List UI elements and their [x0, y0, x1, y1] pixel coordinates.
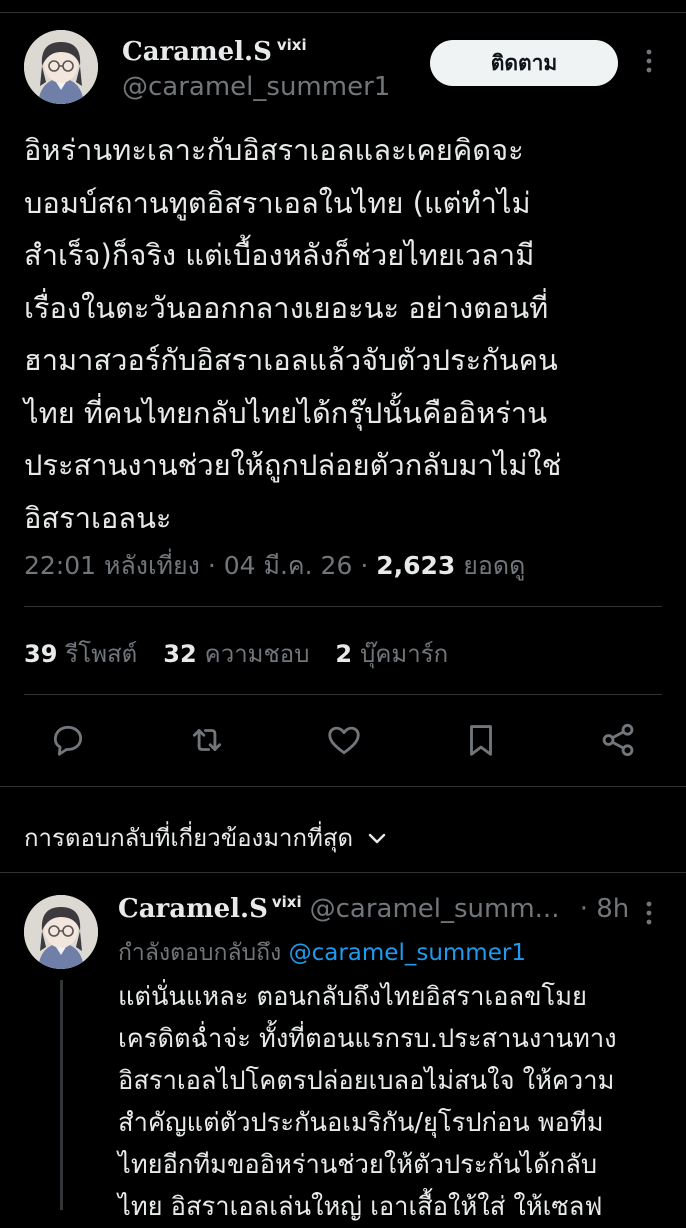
avatar-illustration: [24, 895, 98, 969]
top-divider: [0, 0, 686, 13]
repost-icon[interactable]: [183, 716, 231, 764]
reply-author-name[interactable]: Caramel.S: [118, 894, 268, 924]
likes-stat[interactable]: 32 ความชอบ: [163, 634, 309, 673]
author-display-name: Caramel.S: [122, 37, 272, 67]
views-label: ยอดดู: [463, 551, 526, 580]
replying-prefix: กำลังตอบกลับถึง: [118, 940, 282, 966]
stats-divider: [24, 694, 662, 695]
meta-divider: [24, 606, 662, 607]
author-handle[interactable]: @caramel_summer1: [122, 72, 390, 102]
replying-handle-link[interactable]: @caramel_summer1: [289, 940, 526, 966]
author-name-suffix: vixi: [276, 36, 307, 54]
replies-sort-label: การตอบกลับที่เกี่ยวข้องมากที่สุด: [24, 824, 354, 852]
likes-count: 32: [163, 640, 197, 668]
reply-icon[interactable]: [44, 716, 92, 764]
reply-header: Caramel.S vixi @caramel_summ... · 8h: [118, 893, 629, 924]
more-icon[interactable]: [642, 48, 656, 79]
reposts-stat[interactable]: 39 รีโพสต์: [24, 634, 137, 673]
views-count: 2,623: [376, 551, 456, 580]
likes-label: ความชอบ: [204, 640, 310, 668]
section-divider: [0, 786, 686, 787]
share-icon[interactable]: [594, 716, 642, 764]
bookmarks-label: บุ๊คมาร์ก: [360, 640, 449, 668]
replies-divider: [0, 872, 686, 873]
author-name[interactable]: Caramel.S vixi: [122, 36, 307, 67]
like-icon[interactable]: [320, 716, 368, 764]
chevron-down-icon: [368, 833, 386, 843]
reply-handle[interactable]: @caramel_summ...: [310, 894, 560, 924]
reply-time[interactable]: · 8h: [580, 894, 630, 924]
reposts-count: 39: [24, 640, 58, 668]
reply-text: แต่นั่นแหละ ตอนกลับถึงไทยอิสราเอลขโมย เค…: [118, 982, 617, 1222]
bookmarks-count: 2: [335, 640, 353, 668]
reposts-label: รีโพสต์: [65, 640, 138, 668]
post-time[interactable]: 22:01 หลังเที่ยง: [24, 551, 200, 580]
avatar-illustration: [24, 30, 98, 104]
bookmarks-stat[interactable]: 2 บุ๊คมาร์ก: [335, 634, 448, 673]
author-avatar[interactable]: [24, 30, 98, 104]
replying-to: กำลังตอบกลับถึง @caramel_summer1: [118, 935, 526, 971]
action-bar: [0, 716, 686, 764]
reply-more-icon[interactable]: [642, 900, 656, 931]
post-date[interactable]: 04 มี.ค. 26: [224, 551, 353, 580]
post-text: อิหร่านทะเลาะกับอิสราเอลและเคยคิดจะ บอมบ…: [24, 133, 562, 535]
replies-sort-dropdown[interactable]: การตอบกลับที่เกี่ยวข้องมากที่สุด: [24, 818, 389, 857]
follow-button[interactable]: ติดตาม: [430, 40, 618, 86]
reply-avatar[interactable]: [24, 895, 98, 969]
bookmark-icon[interactable]: [457, 716, 505, 764]
post-meta: 22:01 หลังเที่ยง · 04 มี.ค. 26 · 2,623 ย…: [24, 551, 526, 580]
post-stats: 39 รีโพสต์ 32 ความชอบ 2 บุ๊คมาร์ก: [24, 634, 448, 673]
reply-name-suffix: vixi: [271, 893, 302, 911]
thread-line: [60, 980, 63, 1210]
